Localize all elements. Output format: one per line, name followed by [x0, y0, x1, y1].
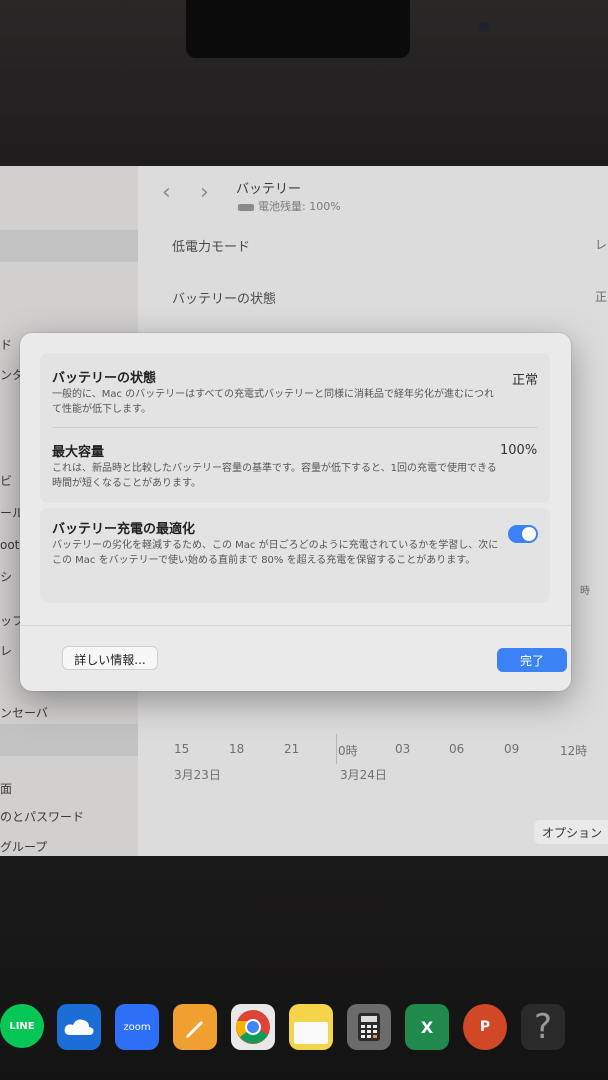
battery-icon: [238, 203, 254, 211]
optimized-charging-toggle[interactable]: [508, 525, 538, 543]
sidebar-selected-item[interactable]: [0, 724, 138, 756]
dialog-divider: [20, 625, 571, 626]
battery-level-text: 電池残量: 100%: [258, 200, 341, 213]
camera-icon: [479, 22, 489, 32]
back-arrow-icon[interactable]: ‹: [162, 180, 171, 205]
help-icon[interactable]: ?: [521, 1004, 565, 1050]
x-tick-label: 15: [174, 742, 190, 756]
calculator-glyph-icon: [358, 1013, 380, 1041]
battery-health-title: バッテリーの状態: [52, 371, 157, 386]
x-tick-label: 12時: [560, 744, 588, 758]
line-icon[interactable]: LINE: [0, 1004, 44, 1048]
cloud-icon: [64, 1019, 94, 1035]
x-tick-label: 21: [284, 742, 300, 756]
excel-icon-label: X: [420, 1017, 434, 1037]
notes-paper-icon: [294, 1022, 328, 1044]
battery-health-row-value[interactable]: 正: [595, 288, 607, 305]
chrome-icon[interactable]: [231, 1004, 275, 1050]
x-tick-label: 0時: [338, 744, 358, 758]
date-label: 3月24日: [340, 768, 387, 782]
battery-health-dialog: バッテリーの状態 正常 一般的に、Mac のバッテリーはすべての充電式バッテリー…: [20, 333, 571, 691]
battery-health-value: 正常: [512, 373, 539, 388]
x-tick-label: 06: [449, 742, 465, 756]
help-icon-label: ?: [533, 1007, 553, 1047]
sidebar-item[interactable]: 面: [0, 780, 12, 797]
max-capacity-value: 100%: [500, 443, 538, 458]
x-tick-label: 18: [229, 742, 245, 756]
battery-level-subtitle: 電池残量: 100%: [238, 198, 341, 214]
page-title: バッテリー: [236, 182, 302, 197]
options-button[interactable]: オプション: [534, 820, 608, 844]
x-tick-label: 03: [395, 742, 411, 756]
zoom-icon-label: zoom: [123, 1021, 151, 1033]
chart-side-label: 時: [580, 586, 590, 597]
optimized-charging-card: バッテリー充電の最適化 バッテリーの劣化を軽減するため、この Mac が日ごろど…: [40, 508, 550, 603]
optimized-charging-desc: バッテリーの劣化を軽減するため、この Mac が日ごろどのように充電されているか…: [52, 540, 499, 566]
pencil-icon[interactable]: [173, 1004, 217, 1050]
max-capacity-title: 最大容量: [52, 445, 105, 460]
notes-icon[interactable]: [289, 1004, 333, 1050]
optimized-charging-title: バッテリー充電の最適化: [52, 522, 196, 537]
chrome-logo-icon: [236, 1010, 270, 1044]
battery-health-desc: 一般的に、Mac のバッテリーはすべての充電式バッテリーと同様に消耗品で経年劣化…: [52, 389, 495, 415]
x-tick-label: 09: [504, 742, 520, 756]
toggle-knob: [522, 527, 536, 541]
sidebar-item[interactable]: レ: [0, 642, 12, 659]
low-power-mode-label: 低電力モード: [172, 240, 251, 255]
onedrive-icon[interactable]: [57, 1004, 101, 1050]
sidebar-item[interactable]: ド: [0, 336, 12, 353]
camera-notch: [186, 0, 489, 58]
powerpoint-icon-label: P: [479, 1019, 491, 1035]
max-capacity-desc: これは、新品時と比較したバッテリー容量の基準です。容量が低下すると、1回の充電で…: [52, 463, 497, 489]
zoom-icon[interactable]: zoom: [115, 1004, 159, 1050]
sidebar-item[interactable]: シ: [0, 568, 12, 585]
sidebar-item[interactable]: のとパスワード: [0, 808, 84, 825]
low-power-mode-value[interactable]: レ: [595, 236, 607, 253]
chart-day-divider: [336, 734, 337, 764]
done-button[interactable]: 完了: [497, 648, 567, 672]
date-label: 3月23日: [174, 768, 221, 782]
sidebar-item[interactable]: ビ: [0, 472, 12, 489]
pencil-glyph-icon: [186, 1021, 203, 1038]
sidebar-highlight: [0, 230, 138, 262]
powerpoint-icon[interactable]: P: [463, 1004, 507, 1050]
screen-bezel-top: [0, 0, 608, 168]
excel-icon[interactable]: X: [405, 1004, 449, 1050]
sidebar-item[interactable]: グループ: [0, 838, 47, 855]
calculator-icon[interactable]: [347, 1004, 391, 1050]
forward-arrow-icon[interactable]: ›: [200, 180, 209, 205]
sidebar-item[interactable]: ンセーバ: [0, 704, 48, 721]
line-icon-label: LINE: [9, 1020, 35, 1032]
more-info-button[interactable]: 詳しい情報...: [62, 646, 158, 670]
battery-health-row-label: バッテリーの状態: [172, 292, 277, 307]
battery-info-card: バッテリーの状態 正常 一般的に、Mac のバッテリーはすべての充電式バッテリー…: [40, 353, 550, 503]
card-divider: [52, 427, 538, 428]
